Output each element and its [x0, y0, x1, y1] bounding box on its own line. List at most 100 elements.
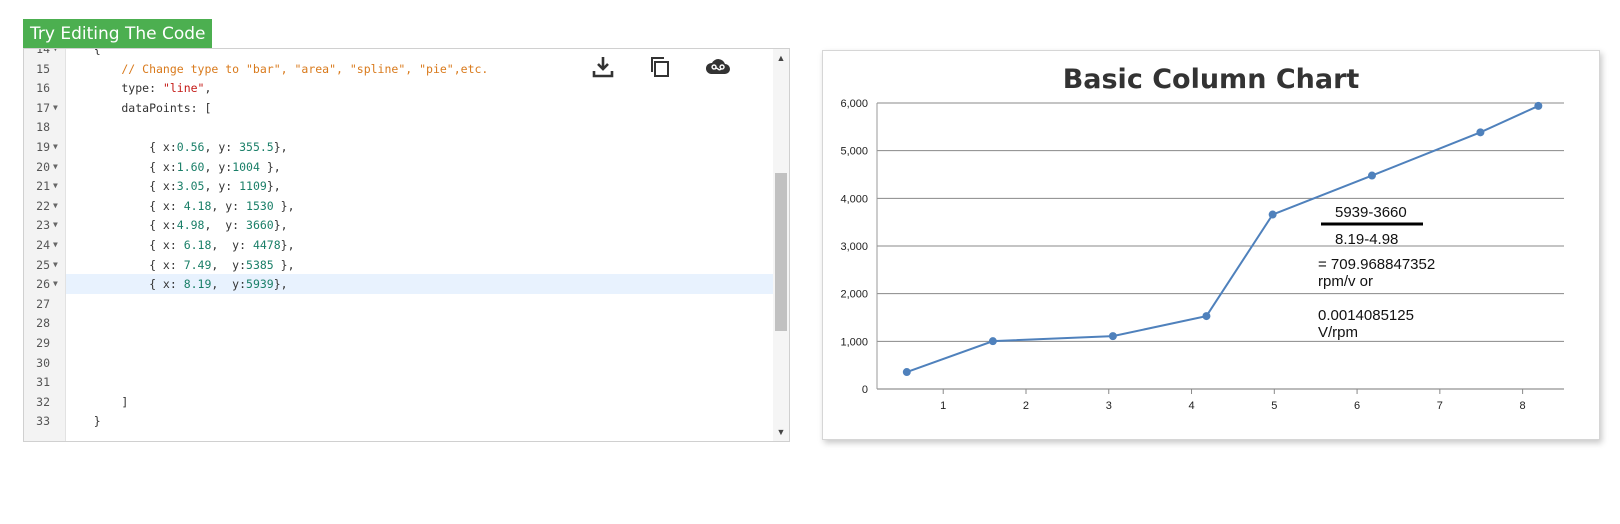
scroll-thumb[interactable]	[775, 173, 787, 331]
code-editor[interactable]: 14 ▼ {15 // Change type to "bar", "area",…	[23, 48, 790, 442]
code-line[interactable]: 33 }	[24, 411, 776, 431]
y-tick-label: 2,000	[840, 289, 868, 301]
annotation-unit: rpm/v or	[1318, 273, 1373, 290]
annotation-alt-value: 0.0014085125	[1318, 307, 1414, 324]
code-line[interactable]: 27	[24, 294, 776, 314]
code-text[interactable]: }	[66, 411, 776, 431]
code-line[interactable]: 30	[24, 353, 776, 373]
line-number: 14	[36, 48, 50, 56]
code-text[interactable]	[66, 313, 776, 333]
cloud-share-icon[interactable]	[704, 53, 732, 81]
x-tick-label: 4	[1188, 400, 1194, 412]
fold-arrow-icon[interactable]: ▼	[53, 274, 58, 294]
y-tick-label: 6,000	[840, 98, 868, 110]
fold-arrow-icon[interactable]: ▼	[53, 255, 58, 275]
line-number: 18	[36, 120, 50, 135]
code-line[interactable]: 23 ▼ { x:4.98, y: 3660},	[24, 215, 776, 235]
line-number: 20	[36, 159, 50, 174]
code-line[interactable]: 18	[24, 117, 776, 137]
y-tick-label: 1,000	[840, 336, 868, 348]
line-number: 24	[36, 238, 50, 252]
code-text[interactable]: type: "line",	[66, 78, 776, 98]
data-point	[1202, 312, 1211, 321]
x-tick-label: 6	[1354, 400, 1360, 412]
code-text[interactable]: { x:4.98, y: 3660},	[66, 215, 776, 235]
y-tick-label: 5,000	[840, 146, 868, 158]
x-tick-label: 8	[1520, 400, 1526, 412]
data-point	[1268, 210, 1277, 219]
fold-arrow-icon[interactable]: ▼	[53, 176, 58, 196]
code-line[interactable]: 29	[24, 333, 776, 353]
line-number: 23	[36, 218, 50, 233]
code-line[interactable]: 16 type: "line",	[24, 78, 776, 98]
chart-panel: Basic Column Chart 0 1,000 2,000 3,000 4,000…	[822, 50, 1600, 440]
code-text[interactable]	[66, 117, 776, 137]
line-number: 25	[36, 257, 50, 272]
code-text[interactable]: { x: 6.18, y: 4478},	[66, 235, 776, 255]
data-point	[988, 337, 997, 346]
x-tick-label: 2	[1023, 400, 1029, 412]
code-line[interactable]: 32 ]	[24, 392, 776, 412]
code-text[interactable]: ]	[66, 392, 776, 412]
y-tick-label: 4,000	[840, 193, 868, 205]
line-number: 16	[36, 81, 50, 96]
code-text[interactable]	[66, 333, 776, 353]
line-number: 21	[36, 179, 50, 194]
line-number: 30	[36, 355, 50, 370]
line-chart: Basic Column Chart 0 1,000 2,000 3,000 4,000…	[840, 64, 1564, 412]
line-number: 31	[36, 375, 50, 390]
code-line[interactable]: 17 ▼ dataPoints: [	[24, 98, 776, 118]
code-text[interactable]: { x:1.60, y:1004 },	[66, 157, 776, 177]
line-number: 26	[36, 277, 50, 292]
code-line[interactable]: 31	[24, 372, 776, 392]
code-text[interactable]: { x: 4.18, y: 1530 },	[66, 196, 776, 216]
code-text[interactable]	[66, 372, 776, 392]
code-line[interactable]: 25 ▼ { x: 7.49, y:5385 },	[24, 255, 776, 275]
x-tick-label: 5	[1271, 400, 1277, 412]
series-line	[906, 104, 1539, 373]
code-text[interactable]: dataPoints: [	[66, 98, 776, 118]
line-number: 22	[36, 198, 50, 213]
line-number: 27	[36, 296, 50, 311]
editor-scrollbar[interactable]: ▲ ▼	[773, 49, 789, 441]
data-point	[1367, 171, 1376, 180]
chart-title: Basic Column Chart	[1063, 64, 1360, 95]
scroll-down-icon[interactable]: ▼	[773, 425, 789, 439]
scroll-up-icon[interactable]: ▲	[773, 51, 789, 65]
y-tick-label: 3,000	[840, 241, 868, 253]
fold-arrow-icon[interactable]: ▼	[53, 196, 58, 216]
download-icon[interactable]	[589, 53, 617, 81]
code-line[interactable]: 21 ▼ { x:3.05, y: 1109},	[24, 176, 776, 196]
code-line[interactable]: 22 ▼ { x: 4.18, y: 1530 },	[24, 196, 776, 216]
fold-arrow-icon[interactable]: ▼	[53, 49, 58, 59]
fold-arrow-icon[interactable]: ▼	[53, 215, 58, 235]
code-line[interactable]: 26 ▼ { x: 8.19, y:5939},	[24, 274, 776, 295]
line-number: 29	[36, 336, 50, 350]
annotation-denominator: 8.19-4.98	[1335, 231, 1398, 248]
line-number: 17	[36, 100, 50, 115]
data-point	[1534, 101, 1543, 110]
code-line[interactable]: 20 ▼ { x:1.60, y:1004 },	[24, 157, 776, 177]
annotation-result: = 709.968847352	[1318, 256, 1435, 273]
code-text[interactable]	[66, 294, 776, 314]
copy-icon[interactable]	[646, 53, 674, 81]
fold-arrow-icon[interactable]: ▼	[53, 98, 58, 118]
x-tick-label: 1	[940, 400, 946, 412]
line-number: 28	[36, 316, 50, 331]
code-text[interactable]: { x:0.56, y: 355.5},	[66, 137, 776, 157]
data-point	[902, 368, 911, 377]
y-tick-label: 0	[862, 384, 868, 396]
fold-arrow-icon[interactable]: ▼	[53, 137, 58, 157]
code-line[interactable]: 28	[24, 313, 776, 333]
fold-arrow-icon[interactable]: ▼	[53, 157, 58, 177]
x-tick-label: 3	[1106, 400, 1112, 412]
slope-annotation: 5939-3660 8.19-4.98 = 709.968847352 rpm/…	[1318, 204, 1435, 341]
code-line[interactable]: 19 ▼ { x:0.56, y: 355.5},	[24, 137, 776, 157]
code-text[interactable]: { x: 7.49, y:5385 },	[66, 255, 776, 275]
code-line[interactable]: 24 ▼ { x: 6.18, y: 4478},	[24, 235, 776, 255]
fold-arrow-icon[interactable]: ▼	[53, 235, 58, 255]
line-number: 19	[36, 140, 50, 154]
code-text[interactable]: { x:3.05, y: 1109},	[66, 176, 776, 196]
code-text[interactable]: { x: 8.19, y:5939},	[66, 274, 776, 295]
code-text[interactable]	[66, 353, 776, 373]
